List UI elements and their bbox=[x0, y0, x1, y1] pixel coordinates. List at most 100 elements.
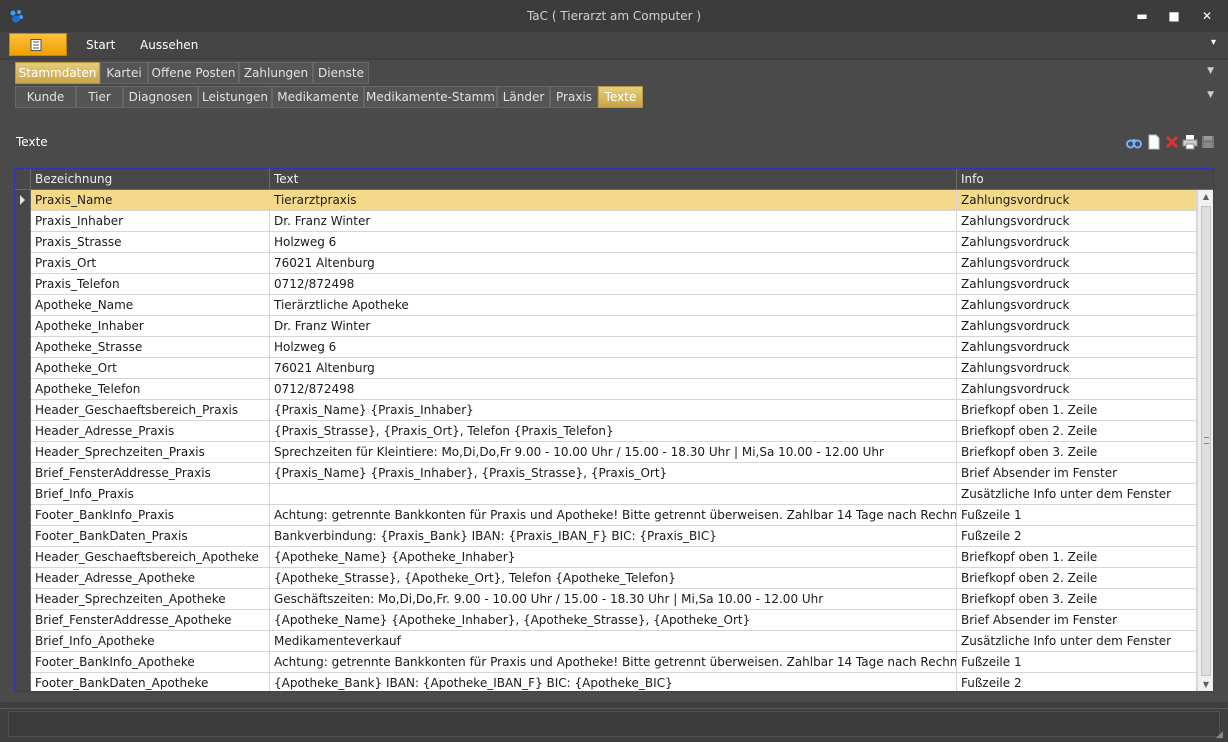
table-row[interactable]: Brief_FensterAddresse_Apotheke {Apotheke_… bbox=[15, 610, 1197, 631]
row-indicator[interactable] bbox=[15, 295, 31, 316]
save-icon[interactable] bbox=[1200, 134, 1216, 150]
cell-bezeichnung[interactable]: Apotheke_Ort bbox=[31, 358, 270, 378]
new-document-icon[interactable] bbox=[1146, 134, 1162, 150]
close-button[interactable]: ✕ bbox=[1199, 8, 1215, 24]
scroll-up-icon[interactable]: ▲ bbox=[1198, 190, 1213, 204]
cell-info[interactable]: Zahlungsvordruck bbox=[957, 232, 1197, 252]
cell-text[interactable]: Dr. Franz Winter bbox=[270, 211, 957, 231]
cell-bezeichnung[interactable]: Apotheke_Name bbox=[31, 295, 270, 315]
row-indicator[interactable] bbox=[15, 232, 31, 253]
cell-text[interactable] bbox=[270, 484, 957, 504]
cell-info[interactable]: Zahlungsvordruck bbox=[957, 274, 1197, 294]
row-indicator[interactable] bbox=[15, 358, 31, 379]
table-row[interactable]: Apotheke_Ort 76021 Altenburg Zahlungsvordr… bbox=[15, 358, 1197, 379]
cell-info[interactable]: Fußzeile 1 bbox=[957, 505, 1197, 525]
cell-text[interactable]: {Apotheke_Name} {Apotheke_Inhaber} bbox=[270, 547, 957, 567]
row-indicator[interactable] bbox=[15, 652, 31, 673]
row-indicator[interactable] bbox=[15, 589, 31, 610]
ribbon-tab-start[interactable]: Start bbox=[86, 38, 115, 52]
tab-leistungen[interactable]: Leistungen bbox=[198, 86, 272, 108]
table-row[interactable]: Apotheke_Strasse Holzweg 6 Zahlungsvordruc… bbox=[15, 337, 1197, 358]
cell-info[interactable]: Zusätzliche Info unter dem Fenster bbox=[957, 631, 1197, 651]
column-header-info[interactable]: Info bbox=[957, 169, 1213, 190]
cell-text[interactable]: Achtung: getrennte Bankkonten für Praxis… bbox=[270, 652, 957, 672]
cell-text[interactable]: Sprechzeiten für Kleintiere: Mo,Di,Do,Fr… bbox=[270, 442, 957, 462]
table-row[interactable]: Praxis_Inhaber Dr. Franz Winter Zahlungsvo… bbox=[15, 211, 1197, 232]
cell-info[interactable]: Zahlungsvordruck bbox=[957, 358, 1197, 378]
cell-info[interactable]: Zahlungsvordruck bbox=[957, 190, 1197, 210]
row-indicator[interactable] bbox=[15, 400, 31, 421]
row-indicator[interactable] bbox=[15, 547, 31, 568]
tab-list-dropdown-icon[interactable]: ▼ bbox=[1207, 66, 1214, 76]
tab-offene-posten[interactable]: Offene Posten bbox=[148, 62, 239, 84]
cell-bezeichnung[interactable]: Header_Adresse_Apotheke bbox=[31, 568, 270, 588]
cell-text[interactable]: Geschäftszeiten: Mo,Di,Do,Fr. 9.00 - 10.… bbox=[270, 589, 957, 609]
tab-kartei[interactable]: Kartei bbox=[100, 62, 148, 84]
row-indicator[interactable] bbox=[15, 526, 31, 547]
tab-zahlungen[interactable]: Zahlungen bbox=[239, 62, 313, 84]
cell-text[interactable]: {Apotheke_Name} {Apotheke_Inhaber}, {Apo… bbox=[270, 610, 957, 630]
cell-info[interactable]: Zahlungsvordruck bbox=[957, 295, 1197, 315]
binoculars-icon[interactable] bbox=[1126, 134, 1142, 150]
cell-text[interactable]: Bankverbindung: {Praxis_Bank} IBAN: {Pra… bbox=[270, 526, 957, 546]
row-indicator[interactable] bbox=[15, 421, 31, 442]
maximize-button[interactable]: ■ bbox=[1166, 8, 1182, 24]
row-indicator[interactable] bbox=[15, 673, 31, 691]
cell-text[interactable]: Medikamenteverkauf bbox=[270, 631, 957, 651]
cell-bezeichnung[interactable]: Header_Adresse_Praxis bbox=[31, 421, 270, 441]
tab-kunde[interactable]: Kunde bbox=[15, 86, 76, 108]
cell-text[interactable]: {Praxis_Name} {Praxis_Inhaber}, {Praxis_… bbox=[270, 463, 957, 483]
cell-bezeichnung[interactable]: Footer_BankInfo_Praxis bbox=[31, 505, 270, 525]
cell-bezeichnung[interactable]: Header_Sprechzeiten_Praxis bbox=[31, 442, 270, 462]
cell-bezeichnung[interactable]: Brief_FensterAddresse_Apotheke bbox=[31, 610, 270, 630]
cell-info[interactable]: Fußzeile 2 bbox=[957, 526, 1197, 546]
row-indicator[interactable] bbox=[15, 274, 31, 295]
table-row[interactable]: Header_Geschaeftsbereich_Apotheke {Apothe… bbox=[15, 547, 1197, 568]
row-indicator[interactable] bbox=[15, 505, 31, 526]
table-row[interactable]: Apotheke_Telefon 0712/872498 Zahlungsvordr… bbox=[15, 379, 1197, 400]
column-header-text[interactable]: Text bbox=[270, 169, 957, 190]
row-indicator[interactable] bbox=[15, 442, 31, 463]
table-row[interactable]: Header_Geschaeftsbereich_Praxis {Praxis_N… bbox=[15, 400, 1197, 421]
cell-text[interactable]: 0712/872498 bbox=[270, 379, 957, 399]
scroll-thumb[interactable] bbox=[1201, 206, 1211, 676]
scroll-down-icon[interactable]: ▼ bbox=[1198, 678, 1213, 691]
app-menu-button[interactable] bbox=[9, 33, 67, 56]
tab-texte[interactable]: Texte bbox=[598, 86, 643, 108]
table-row[interactable]: Praxis_Name Tierarztpraxis Zahlungsvordruc… bbox=[15, 190, 1197, 211]
cell-bezeichnung[interactable]: Praxis_Telefon bbox=[31, 274, 270, 294]
cell-bezeichnung[interactable]: Brief_FensterAddresse_Praxis bbox=[31, 463, 270, 483]
ribbon-collapse-icon[interactable]: ▾ bbox=[1211, 37, 1216, 48]
cell-text[interactable]: 76021 Altenburg bbox=[270, 358, 957, 378]
cell-text[interactable]: Holzweg 6 bbox=[270, 337, 957, 357]
cell-info[interactable]: Fußzeile 1 bbox=[957, 652, 1197, 672]
cell-info[interactable]: Briefkopf oben 3. Zeile bbox=[957, 589, 1197, 609]
column-header-bezeichnung[interactable]: Bezeichnung bbox=[31, 169, 270, 190]
tab-dienste[interactable]: Dienste bbox=[313, 62, 369, 84]
cell-bezeichnung[interactable]: Praxis_Name bbox=[31, 190, 270, 210]
table-row[interactable]: Footer_BankInfo_Apotheke Achtung: getrenn… bbox=[15, 652, 1197, 673]
print-icon[interactable] bbox=[1182, 134, 1198, 150]
row-indicator[interactable] bbox=[15, 190, 31, 211]
row-indicator[interactable] bbox=[15, 484, 31, 505]
cell-info[interactable]: Briefkopf oben 2. Zeile bbox=[957, 568, 1197, 588]
subtab-list-dropdown-icon[interactable]: ▼ bbox=[1207, 90, 1214, 100]
cell-text[interactable]: {Praxis_Strasse}, {Praxis_Ort}, Telefon … bbox=[270, 421, 957, 441]
cell-bezeichnung[interactable]: Header_Sprechzeiten_Apotheke bbox=[31, 589, 270, 609]
cell-text[interactable]: Dr. Franz Winter bbox=[270, 316, 957, 336]
cell-bezeichnung[interactable]: Apotheke_Strasse bbox=[31, 337, 270, 357]
table-row[interactable]: Apotheke_Name Tierärztliche Apotheke Zahlu… bbox=[15, 295, 1197, 316]
row-indicator[interactable] bbox=[15, 316, 31, 337]
minimize-button[interactable]: ▬ bbox=[1134, 8, 1150, 24]
cell-info[interactable]: Fußzeile 2 bbox=[957, 673, 1197, 691]
table-row[interactable]: Footer_BankDaten_Apotheke {Apotheke_Bank}… bbox=[15, 673, 1197, 691]
row-indicator[interactable] bbox=[15, 610, 31, 631]
tab-diagnosen[interactable]: Diagnosen bbox=[123, 86, 198, 108]
cell-bezeichnung[interactable]: Footer_BankDaten_Apotheke bbox=[31, 673, 270, 691]
vertical-scrollbar[interactable]: ▲ ▼ bbox=[1197, 190, 1213, 691]
table-row[interactable]: Header_Adresse_Praxis {Praxis_Strasse}, {… bbox=[15, 421, 1197, 442]
table-row[interactable]: Header_Sprechzeiten_Praxis Sprechzeiten f… bbox=[15, 442, 1197, 463]
table-row[interactable]: Praxis_Strasse Holzweg 6 Zahlungsvordruck bbox=[15, 232, 1197, 253]
cell-text[interactable]: Tierärztliche Apotheke bbox=[270, 295, 957, 315]
cell-text[interactable]: {Praxis_Name} {Praxis_Inhaber} bbox=[270, 400, 957, 420]
